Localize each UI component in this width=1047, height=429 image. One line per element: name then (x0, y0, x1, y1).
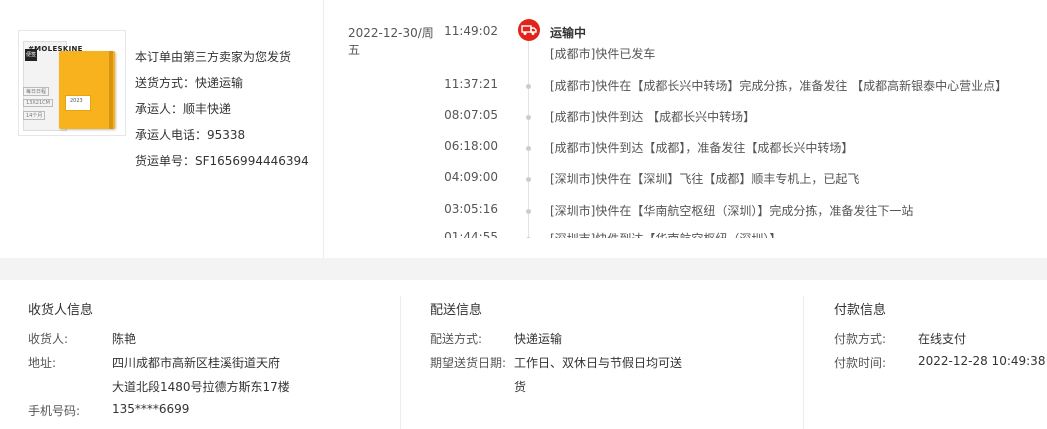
expected-date: 工作日、双休日与节假日均可送 (514, 356, 683, 370)
payment-time: 2022-12-28 10:49:38 (918, 354, 1046, 368)
notebook-cover (59, 51, 115, 129)
timeline-item: 11:37:21 [成都市]快件在【成都长兴中转场】完成分拣，准备发往 【成都高… (330, 77, 1040, 97)
timeline-item: 06:18:00 [成都市]快件到达【成都】，准备发往【成都长兴中转场】 (330, 139, 1040, 159)
receiver-name: 陈艳 (112, 332, 137, 346)
timeline-dot (526, 84, 531, 89)
event-time: 01:44:55 (444, 230, 498, 238)
event-time: 08:07:05 (444, 108, 498, 122)
spec-label: 每日日程 (23, 87, 50, 96)
shipping-method: 送货方式：快递运输 (135, 76, 244, 90)
phone-number: 135****6699 (112, 402, 190, 416)
status-label: 运输中 (550, 26, 587, 40)
carrier: 承运人：顺丰快递 (135, 102, 232, 116)
timeline-item: 01:44:55 [深圳市]快件到达【华南航空枢纽（深圳）】 (330, 230, 1040, 238)
timeline-item: 04:09:00 [深圳市]快件在【深圳】飞往【成都】顺丰专机上，已起飞 (330, 170, 1040, 190)
order-tracking-panel: #MOLESKINE 便签 每日日程 13X21CM 14个月 2023 本订单… (0, 0, 1047, 258)
timeline-item: 08:07:05 [成都市]快件到达 【成都长兴中转场】 (330, 108, 1040, 128)
tracking-timeline: 2022-12-30/周五 11:49:02 运输中 [成都市]快件已发车 11… (330, 16, 1040, 238)
event-text: [成都市]快件在【成都长兴中转场】完成分拣，准备发往 【成都高新银泰中心营业点】 (550, 79, 1008, 93)
payment-title: 付款信息 (834, 303, 887, 318)
event-time: 11:37:21 (444, 77, 498, 91)
expected-date: 货 (514, 380, 527, 394)
payment-method: 在线支付 (918, 332, 967, 346)
event-time: 04:09:00 (444, 170, 498, 184)
event-time: 06:18:00 (444, 139, 498, 153)
cover-label: 2023 (65, 95, 91, 111)
event-text: [成都市]快件到达【成都】，准备发往【成都长兴中转场】 (550, 141, 854, 155)
address-label: 地址: (28, 356, 57, 370)
section-divider (323, 0, 324, 258)
product-thumbnail[interactable]: #MOLESKINE 便签 每日日程 13X21CM 14个月 2023 (18, 30, 126, 136)
spec-label: 14个月 (23, 111, 46, 120)
receiver-name-label: 收货人: (28, 332, 69, 346)
elastic-band (109, 51, 113, 129)
delivery-title: 配送信息 (430, 303, 483, 318)
phone-label: 手机号码: (28, 404, 81, 418)
timeline-dot (526, 237, 531, 238)
delivery-method-label: 配送方式: (430, 332, 483, 346)
address-line: 四川成都市高新区桂溪街道天府 (112, 356, 281, 370)
delivery-info: 配送信息 配送方式: 快递运输 期望送货日期: 工作日、双休日与节假日均可送 货 (401, 280, 803, 429)
truck-icon (518, 19, 540, 41)
seller-note: 本订单由第三方卖家为您发货 (135, 50, 292, 64)
timeline-dot (526, 177, 531, 182)
event-time: 11:49:02 (444, 24, 498, 38)
timeline-dot (526, 209, 531, 214)
carrier-phone: 承运人电话：95338 (135, 128, 246, 142)
cover-year: 2023 (70, 98, 83, 104)
timeline-item: 03:05:16 [深圳市]快件在【华南航空枢纽（深圳）】完成分拣，准备发往下一… (330, 202, 1040, 222)
event-text: [深圳市]快件在【华南航空枢纽（深圳）】完成分拣，准备发往下一站 (550, 204, 914, 218)
order-info: 本订单由第三方卖家为您发货 送货方式：快递运输 承运人：顺丰快递 承运人电话：9… (135, 44, 309, 174)
payment-time-label: 付款时间: (834, 356, 887, 370)
address-line: 大道北段1480号拉德方斯东17楼 (112, 380, 290, 394)
timeline-item: [成都市]快件已发车 (330, 45, 1040, 65)
timeline-item: 2022-12-30/周五 11:49:02 运输中 (330, 19, 1040, 57)
timeline-dot (526, 115, 531, 120)
event-text: [深圳市]快件在【深圳】飞往【成都】顺丰专机上，已起飞 (550, 172, 860, 186)
tracking-number: 货运单号：SF1656994446394 (135, 154, 309, 168)
order-details: 收货人信息 收货人: 陈艳 地址: 四川成都市高新区桂溪街道天府 大道北段148… (0, 280, 1047, 429)
event-text: [深圳市]快件到达【华南航空枢纽（深圳）】 (550, 230, 781, 238)
box-tag: 便签 (25, 49, 37, 61)
receiver-info: 收货人信息 收货人: 陈艳 地址: 四川成都市高新区桂溪街道天府 大道北段148… (0, 280, 400, 429)
receiver-title: 收货人信息 (28, 303, 94, 318)
event-text: [成都市]快件已发车 (550, 47, 656, 61)
event-time: 03:05:16 (444, 202, 498, 216)
spec-label: 13X21CM (23, 99, 53, 107)
section-gap (0, 258, 1047, 280)
delivery-method: 快递运输 (514, 332, 563, 346)
timeline-dot (526, 146, 531, 151)
payment-info: 付款信息 付款方式: 在线支付 付款时间: 2022-12-28 10:49:3… (804, 280, 1047, 429)
payment-method-label: 付款方式: (834, 332, 887, 346)
expected-date-label: 期望送货日期: (430, 356, 507, 370)
event-text: [成都市]快件到达 【成都长兴中转场】 (550, 110, 756, 124)
